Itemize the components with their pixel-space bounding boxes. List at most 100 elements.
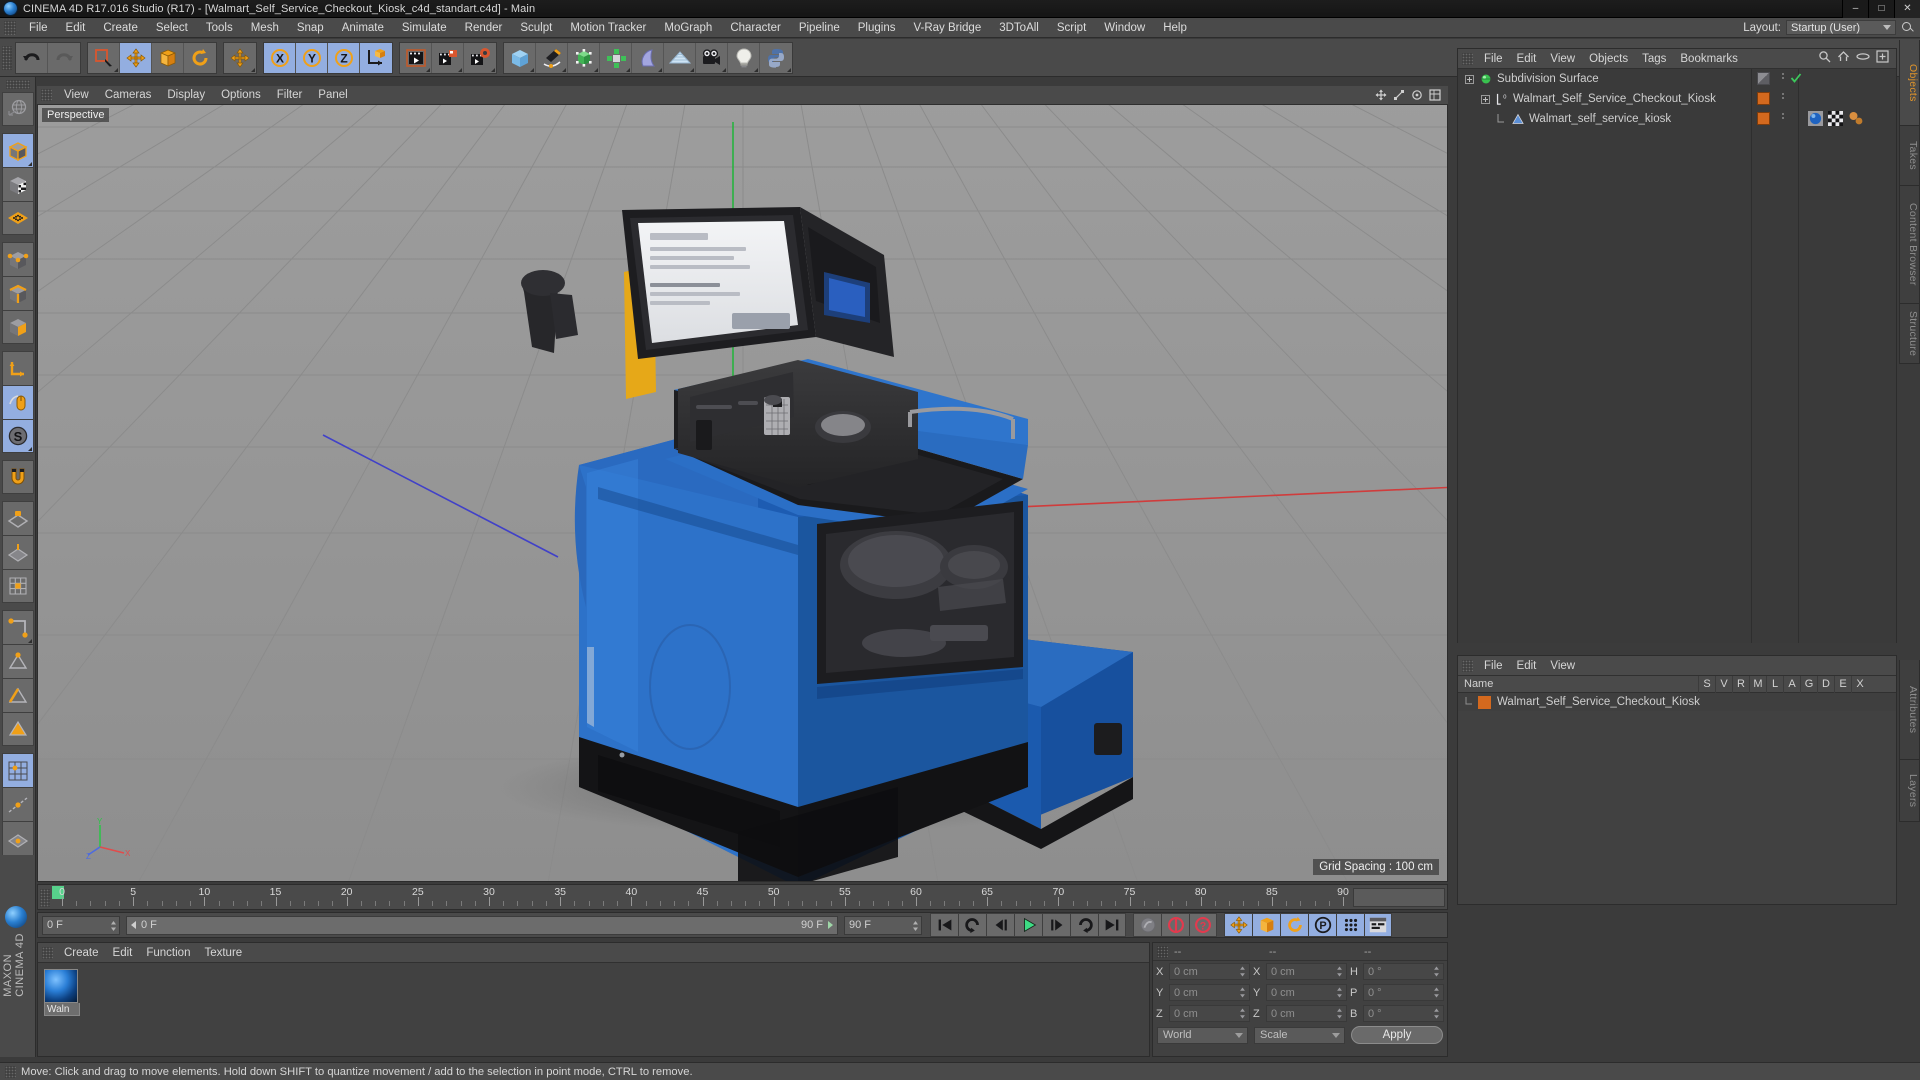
redo-button[interactable] [48, 42, 80, 73]
object-row[interactable]: Subdivision Surface [1458, 69, 1896, 89]
layer-row[interactable]: Walmart_Self_Service_Checkout_Kiosk [1458, 693, 1896, 711]
status-bar-grip-handle[interactable] [5, 1065, 16, 1078]
texture-mode-button[interactable] [1, 167, 34, 201]
right-tab-takes[interactable]: Takes [1899, 126, 1920, 186]
point-level-animation-button[interactable] [1336, 913, 1364, 937]
soft-selection-button[interactable]: S [1, 419, 34, 453]
add-spline-button[interactable] [536, 42, 568, 73]
layer-column-x[interactable]: X [1851, 675, 1868, 693]
live-selection-button[interactable] [88, 42, 120, 73]
menu-item-help[interactable]: Help [1154, 20, 1196, 36]
layer-column-s[interactable]: S [1698, 675, 1715, 693]
object-visibility-dots[interactable] [1778, 113, 1788, 119]
object-visibility-dots[interactable] [1778, 73, 1788, 79]
minimize-button[interactable]: – [1842, 0, 1868, 18]
object-visibility-dots[interactable] [1778, 93, 1788, 99]
timeline-frame-field[interactable] [1353, 888, 1445, 907]
move-axis-button[interactable] [224, 42, 256, 73]
layer-manager-menu-edit[interactable]: Edit [1510, 659, 1544, 673]
autokeying-button[interactable] [1161, 913, 1189, 937]
object-manager-menu-file[interactable]: File [1477, 52, 1510, 66]
object-manager-grip-handle[interactable] [1462, 52, 1473, 65]
layer-manager-grip-handle[interactable] [1462, 659, 1473, 672]
play-forward-button[interactable] [1014, 913, 1042, 937]
polygon-mode-button[interactable] [1, 310, 34, 344]
right-tab-content-browser[interactable]: Content Browser [1899, 186, 1920, 304]
material-item[interactable]: Waln [44, 969, 80, 1016]
add-deformer-button[interactable] [632, 42, 664, 73]
tree-expand-toggle[interactable] [1478, 92, 1492, 106]
menu-item-file[interactable]: File [20, 20, 57, 36]
menu-item-v-ray-bridge[interactable]: V-Ray Bridge [904, 20, 990, 36]
search-icon[interactable] [1901, 21, 1914, 34]
layout-select[interactable]: Startup (User) [1786, 20, 1896, 35]
viewport-move-icon[interactable] [1374, 89, 1388, 102]
home-icon[interactable] [1837, 50, 1850, 68]
coordinate-rotation-input[interactable]: 0 ° [1363, 1005, 1444, 1022]
spinner-icon[interactable] [1239, 965, 1246, 979]
coordinate-manager-grip-handle[interactable] [1157, 945, 1168, 958]
menu-item-motion-tracker[interactable]: Motion Tracker [561, 20, 655, 36]
right-tab-attributes[interactable]: Attributes [1899, 660, 1920, 760]
model-mode-button[interactable] [1, 133, 34, 167]
layer-manager-menu-view[interactable]: View [1543, 659, 1582, 673]
layer-column-g[interactable]: G [1800, 675, 1817, 693]
material-manager-grip-handle[interactable] [42, 946, 53, 959]
object-manager-menu-view[interactable]: View [1543, 52, 1582, 66]
render-to-picture-viewer-button[interactable] [432, 42, 464, 73]
coordinate-rotation-input[interactable]: 0 ° [1363, 963, 1444, 980]
layer-column-v[interactable]: V [1715, 675, 1732, 693]
point-mode-button[interactable] [1, 242, 34, 276]
coordinate-position-input[interactable]: 0 cm [1169, 963, 1250, 980]
go-to-start-button[interactable] [930, 913, 958, 937]
grid-snap-button[interactable] [1, 753, 34, 787]
spinner-icon[interactable] [1336, 1007, 1343, 1021]
keyframe-selection-button[interactable]: ? [1189, 913, 1217, 937]
rotate-tool-button[interactable] [184, 42, 216, 73]
add-cube-button[interactable] [504, 42, 536, 73]
apply-button[interactable]: Apply [1351, 1026, 1443, 1044]
object-tag-swatch[interactable] [1757, 72, 1770, 85]
edge-mode-button[interactable] [1, 276, 34, 310]
spinner-icon[interactable] [1336, 965, 1343, 979]
left-toolbar-grip-handle[interactable] [5, 80, 30, 89]
object-row[interactable]: Walmart_self_service_kiosk [1458, 109, 1896, 129]
record-active-objects-button[interactable] [1133, 913, 1161, 937]
preview-range-slider[interactable]: 0 F 90 F [126, 915, 838, 935]
object-tag-swatch[interactable] [1757, 112, 1770, 125]
end-frame-input[interactable]: 90 F [844, 915, 922, 935]
object-manager-menu-bookmarks[interactable]: Bookmarks [1673, 52, 1745, 66]
go-to-end-button[interactable] [1098, 913, 1126, 937]
layer-column-l[interactable]: L [1766, 675, 1783, 693]
timeline-view-button[interactable] [1364, 913, 1392, 937]
object-manager-tree[interactable]: Subdivision Surface 0 Walmart_Self_Service… [1458, 69, 1896, 643]
menu-item-window[interactable]: Window [1095, 20, 1154, 36]
right-tab-objects[interactable]: Objects [1899, 40, 1920, 126]
right-tab-layers[interactable]: Layers [1899, 760, 1920, 822]
maximize-button[interactable]: □ [1868, 0, 1894, 18]
tree-expand-toggle[interactable] [1462, 72, 1476, 86]
current-frame-input[interactable]: 0 F [42, 915, 120, 935]
viewport-menu-panel[interactable]: Panel [310, 88, 355, 102]
ellipse-icon[interactable] [1856, 50, 1870, 68]
axis-mode-button[interactable] [1, 351, 34, 385]
position-key-button[interactable] [1224, 913, 1252, 937]
lock-y-axis-button[interactable]: Y [296, 42, 328, 73]
tree-expand-toggle[interactable] [1494, 112, 1508, 126]
close-button[interactable]: ✕ [1894, 0, 1920, 18]
menu-item-create[interactable]: Create [94, 20, 147, 36]
coordinate-size-input[interactable]: 0 cm [1266, 984, 1347, 1001]
render-settings-button[interactable] [464, 42, 496, 73]
spinner-icon[interactable] [1239, 1007, 1246, 1021]
coordinate-rotation-input[interactable]: 0 ° [1363, 984, 1444, 1001]
menu-item-render[interactable]: Render [456, 20, 512, 36]
layer-column-d[interactable]: D [1817, 675, 1834, 693]
timeline-grip-handle[interactable] [40, 889, 50, 907]
lock-z-axis-button[interactable]: Z [328, 42, 360, 73]
render-view-button[interactable] [400, 42, 432, 73]
add-scene-object-button[interactable] [664, 42, 696, 73]
spinner-icon[interactable] [1239, 986, 1246, 1000]
guide-snap-button[interactable] [1, 787, 34, 821]
snap-settings-button[interactable] [1, 610, 34, 644]
timeline-ruler[interactable]: 0 5 10 15 20 25 30 35 40 45 50 55 60 65 70 75 80 85 90 [37, 884, 1448, 910]
